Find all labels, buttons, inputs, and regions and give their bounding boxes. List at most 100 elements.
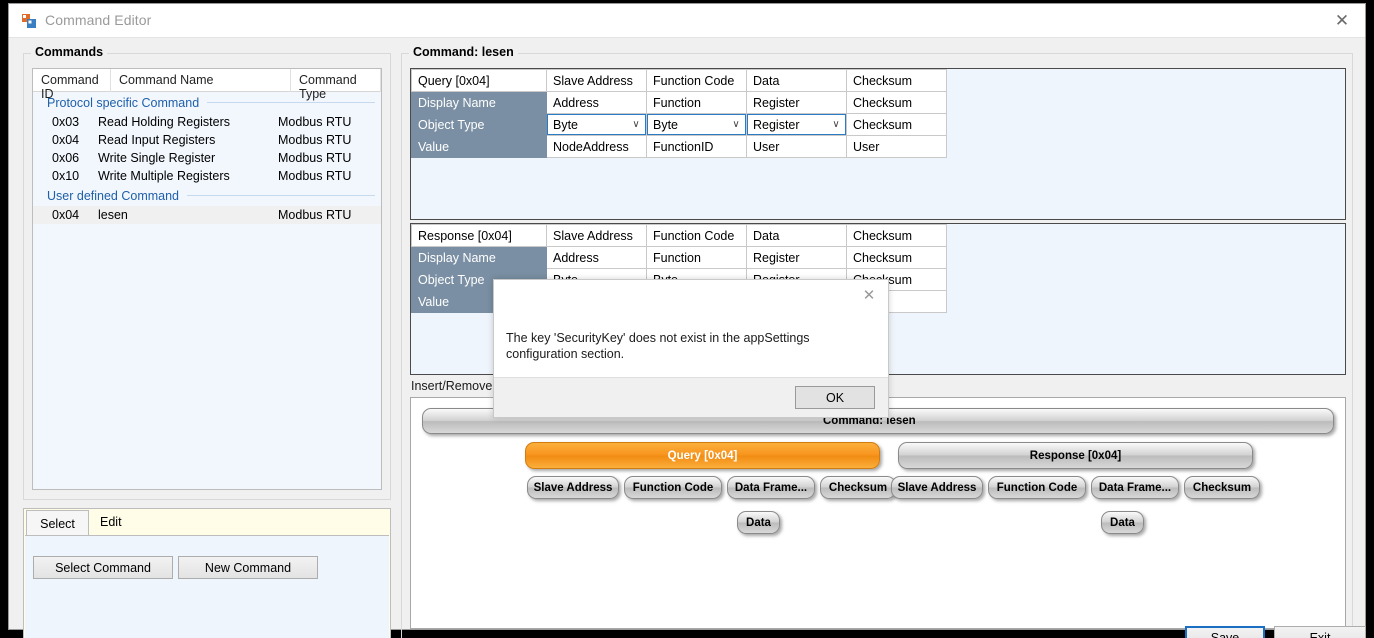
response-header-row: Response [0x04] Slave Address Function C… bbox=[411, 224, 947, 247]
close-icon[interactable]: ✕ bbox=[1325, 10, 1359, 32]
response-column-data[interactable]: Data bbox=[746, 224, 847, 247]
application-icon bbox=[21, 13, 37, 29]
query-combo-slave-address[interactable]: Byte ∨ bbox=[546, 113, 647, 136]
frame-node-response-data[interactable]: Data bbox=[1101, 511, 1144, 534]
combo-box[interactable]: Register ∨ bbox=[747, 114, 846, 135]
cell-command-id: 0x06 bbox=[52, 151, 80, 165]
chevron-down-icon[interactable]: ∨ bbox=[627, 119, 645, 130]
column-header-command-type[interactable]: Command Type bbox=[291, 69, 381, 101]
combo-box[interactable]: Byte ∨ bbox=[647, 114, 746, 135]
dialog-ok-button[interactable]: OK bbox=[795, 386, 875, 409]
query-cell-value-data[interactable]: User bbox=[746, 135, 847, 158]
frame-node-response-checksum[interactable]: Checksum bbox=[1184, 476, 1260, 499]
tab-content-select: Select Command New Command bbox=[25, 535, 389, 638]
response-column-checksum[interactable]: Checksum bbox=[846, 224, 947, 247]
tab-edit[interactable]: Edit bbox=[100, 510, 160, 534]
list-group-header: User defined Command bbox=[33, 185, 381, 206]
cell-command-type: Modbus RTU bbox=[278, 133, 352, 147]
frame-node-query-data-frame[interactable]: Data Frame... bbox=[727, 476, 815, 499]
screen: Command Editor ✕ Commands Command ID Com… bbox=[0, 0, 1374, 638]
query-cell-display-name-slave[interactable]: Address bbox=[546, 91, 647, 114]
cell-command-id: 0x10 bbox=[52, 169, 80, 183]
list-group-label: Protocol specific Command bbox=[47, 95, 200, 110]
query-cell-value-function[interactable]: FunctionID bbox=[646, 135, 747, 158]
column-header-command-id[interactable]: Command ID bbox=[33, 69, 111, 101]
query-cell-value-slave[interactable]: NodeAddress bbox=[546, 135, 647, 158]
frame-node-response-slave-address[interactable]: Slave Address bbox=[891, 476, 983, 499]
exit-button[interactable]: Exit bbox=[1274, 626, 1366, 638]
query-corner-cell[interactable]: Query [0x04] bbox=[411, 69, 547, 92]
combo-value: Byte bbox=[653, 117, 679, 132]
query-grid[interactable]: Query [0x04] Slave Address Function Code… bbox=[410, 68, 1346, 220]
response-cell-display-name-function[interactable]: Function bbox=[646, 246, 747, 269]
query-cell-display-name-function[interactable]: Function bbox=[646, 91, 747, 114]
query-column-slave-address[interactable]: Slave Address bbox=[546, 69, 647, 92]
response-cell-display-name-data[interactable]: Register bbox=[746, 246, 847, 269]
cell-command-name: Read Input Registers bbox=[98, 133, 216, 147]
cell-command-type: Modbus RTU bbox=[278, 208, 352, 222]
cell-command-name: Write Multiple Registers bbox=[98, 169, 230, 183]
cell-command-name: lesen bbox=[98, 208, 128, 222]
frame-node-query[interactable]: Query [0x04] bbox=[525, 442, 880, 469]
list-item[interactable]: 0x06 Write Single Register Modbus RTU bbox=[33, 149, 381, 167]
query-column-checksum[interactable]: Checksum bbox=[846, 69, 947, 92]
response-column-slave-address[interactable]: Slave Address bbox=[546, 224, 647, 247]
dialog-message: The key 'SecurityKey' does not exist in … bbox=[506, 331, 810, 361]
cell-command-id: 0x03 bbox=[52, 115, 80, 129]
command-detail-title: Command: lesen bbox=[409, 45, 518, 59]
frame-node-query-function-code[interactable]: Function Code bbox=[624, 476, 722, 499]
cell-command-type: Modbus RTU bbox=[278, 115, 352, 129]
chevron-down-icon[interactable]: ∨ bbox=[727, 119, 745, 130]
response-rowhead-display-name: Display Name bbox=[411, 246, 547, 269]
response-row-display-name: Display Name Address Function Register C… bbox=[411, 246, 947, 269]
frame-node-query-checksum[interactable]: Checksum bbox=[820, 476, 896, 499]
column-header-command-name[interactable]: Command Name bbox=[111, 69, 291, 92]
frame-node-response-function-code[interactable]: Function Code bbox=[988, 476, 1086, 499]
response-cell-display-name-checksum[interactable]: Checksum bbox=[846, 246, 947, 269]
cell-command-id: 0x04 bbox=[52, 133, 80, 147]
query-column-function-code[interactable]: Function Code bbox=[646, 69, 747, 92]
commands-list-body: Protocol specific Command 0x03 Read Hold… bbox=[33, 92, 381, 224]
list-item-selected[interactable]: 0x04 lesen Modbus RTU bbox=[33, 206, 381, 224]
cell-command-id: 0x04 bbox=[52, 208, 80, 222]
frame-node-response[interactable]: Response [0x04] bbox=[898, 442, 1253, 469]
chevron-down-icon[interactable]: ∨ bbox=[827, 119, 845, 130]
commands-list-header: Command ID Command Name Command Type bbox=[33, 69, 381, 101]
list-item[interactable]: 0x10 Write Multiple Registers Modbus RTU bbox=[33, 167, 381, 185]
combo-value: Register bbox=[753, 117, 800, 132]
frame-node-response-data-frame[interactable]: Data Frame... bbox=[1091, 476, 1179, 499]
frame-diagram-panel[interactable]: Command: lesen Query [0x04] Response [0x… bbox=[410, 397, 1346, 629]
tab-strip: Select Edit bbox=[24, 509, 390, 536]
commands-group-title: Commands bbox=[31, 45, 108, 59]
query-cell-object-type-checksum[interactable]: Checksum bbox=[846, 113, 947, 136]
commands-list[interactable]: Command ID Command Name Command Type Pro… bbox=[32, 68, 382, 490]
list-group-header: Protocol specific Command bbox=[33, 92, 381, 113]
query-cell-value-checksum[interactable]: User bbox=[846, 135, 947, 158]
command-action-tabs: Select Edit Select Command New Command bbox=[23, 508, 391, 638]
query-rowhead-value: Value bbox=[411, 135, 547, 158]
response-column-function-code[interactable]: Function Code bbox=[646, 224, 747, 247]
list-item[interactable]: 0x03 Read Holding Registers Modbus RTU bbox=[33, 113, 381, 131]
query-combo-function-code[interactable]: Byte ∨ bbox=[646, 113, 747, 136]
response-cell-display-name-slave[interactable]: Address bbox=[546, 246, 647, 269]
query-row-object-type: Object Type Byte ∨ Byte ∨ Register ∨ Che… bbox=[411, 113, 947, 136]
query-row-display-name: Display Name Address Function Register C… bbox=[411, 91, 947, 114]
query-row-value: Value NodeAddress FunctionID User User bbox=[411, 135, 947, 158]
group-divider bbox=[187, 195, 375, 196]
query-cell-display-name-checksum[interactable]: Checksum bbox=[846, 91, 947, 114]
response-corner-cell[interactable]: Response [0x04] bbox=[411, 224, 547, 247]
combo-box[interactable]: Byte ∨ bbox=[547, 114, 646, 135]
error-dialog: ✕ The key 'SecurityKey' does not exist i… bbox=[493, 279, 889, 418]
frame-node-query-data[interactable]: Data bbox=[737, 511, 780, 534]
cell-command-name: Write Single Register bbox=[98, 151, 216, 165]
query-cell-display-name-data[interactable]: Register bbox=[746, 91, 847, 114]
save-button[interactable]: Save bbox=[1185, 626, 1265, 638]
tab-select[interactable]: Select bbox=[26, 510, 89, 536]
query-column-data[interactable]: Data bbox=[746, 69, 847, 92]
select-command-button[interactable]: Select Command bbox=[33, 556, 173, 579]
frame-node-query-slave-address[interactable]: Slave Address bbox=[527, 476, 619, 499]
query-combo-data[interactable]: Register ∨ bbox=[746, 113, 847, 136]
list-item[interactable]: 0x04 Read Input Registers Modbus RTU bbox=[33, 131, 381, 149]
new-command-button[interactable]: New Command bbox=[178, 556, 318, 579]
dialog-close-icon[interactable]: ✕ bbox=[858, 286, 880, 304]
